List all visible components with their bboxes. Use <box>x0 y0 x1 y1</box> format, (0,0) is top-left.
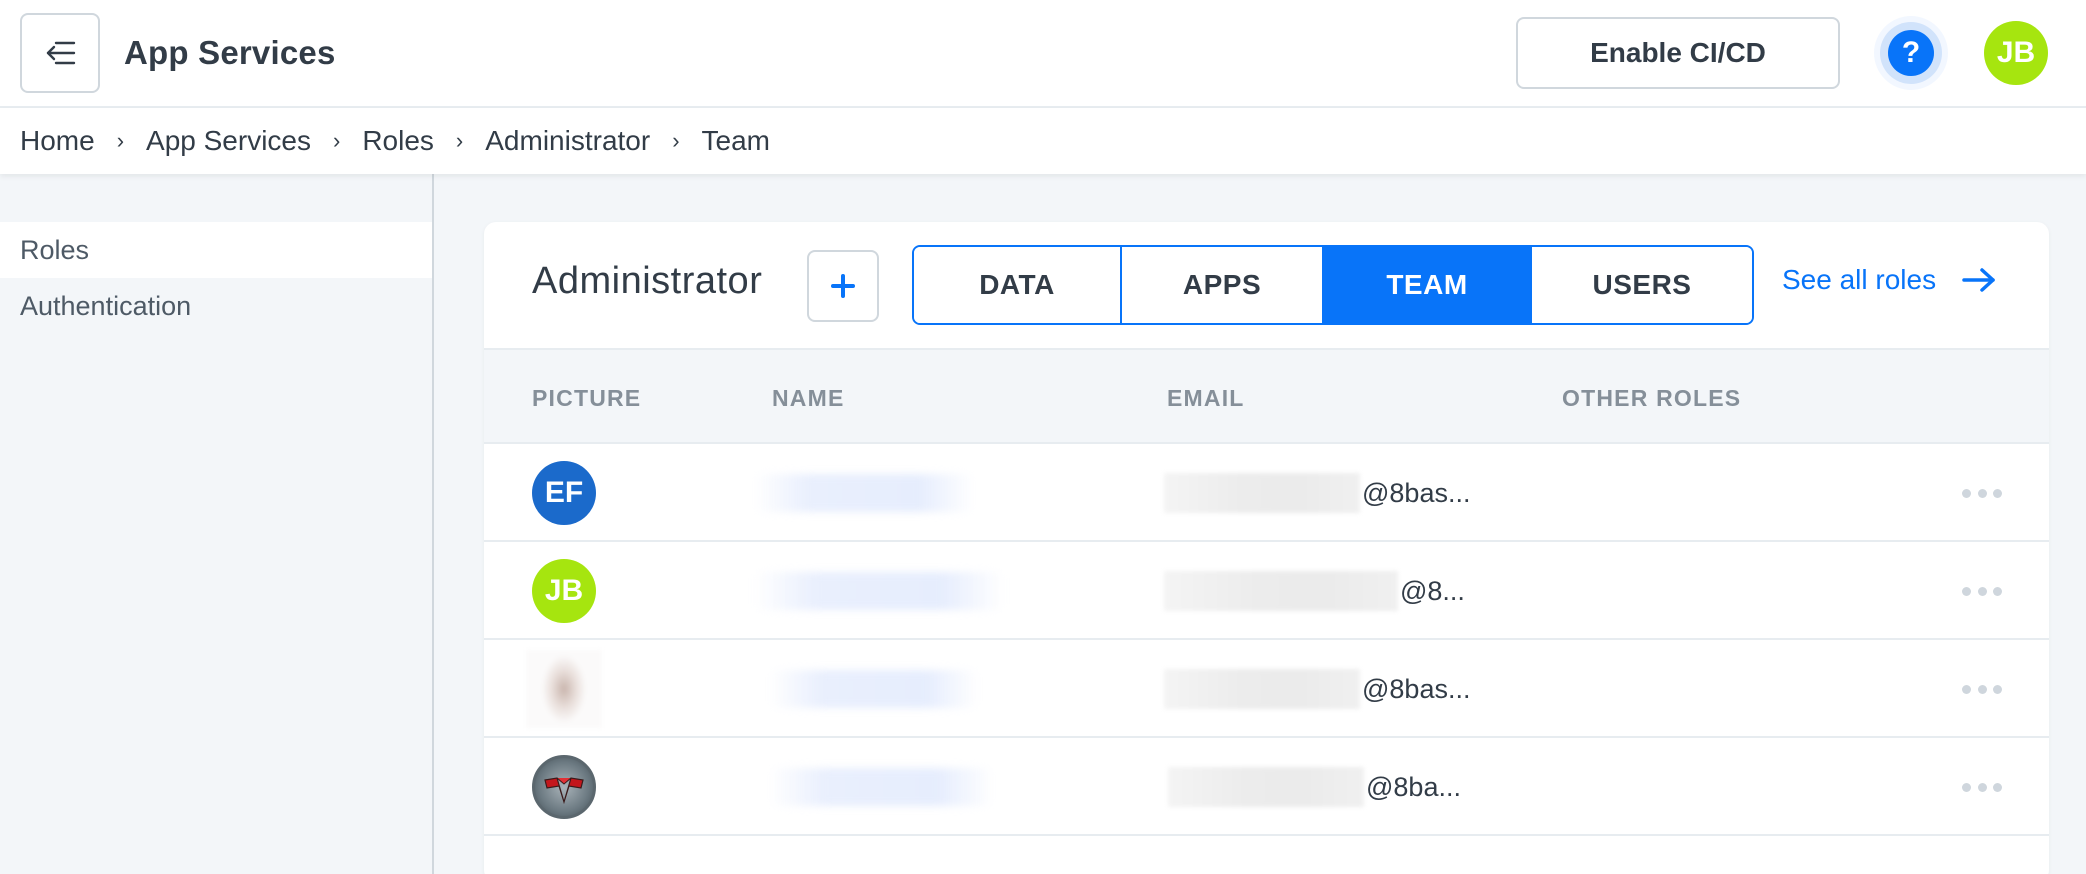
column-header-picture: PICTURE <box>532 385 642 411</box>
enable-cicd-button[interactable]: Enable CI/CD <box>1516 17 1840 89</box>
breadcrumb-administrator[interactable]: Administrator <box>485 125 650 157</box>
email-redacted <box>1164 669 1360 709</box>
email-redacted <box>1168 767 1364 807</box>
breadcrumb: Home › App Services › Roles › Administra… <box>0 108 2086 174</box>
more-horizontal-icon <box>1962 684 1971 694</box>
more-dot <box>1993 684 2002 694</box>
user-initials: JB <box>1996 36 2036 69</box>
more-dot <box>1977 684 1987 694</box>
more-dot <box>1977 782 1987 792</box>
more-dot <box>1993 488 2002 498</box>
member-email: @8bas... <box>1164 668 1470 710</box>
avatar: EF <box>532 461 596 525</box>
tab-team[interactable]: TEAM <box>1324 247 1532 323</box>
sidebar-item-label: Authentication <box>20 290 192 321</box>
avatar-badge <box>532 755 596 819</box>
table-row: JB @8... <box>484 542 2049 640</box>
app-title: App Services <box>124 34 336 71</box>
email-redacted <box>1164 473 1360 513</box>
add-team-member-button[interactable] <box>807 250 879 322</box>
chevron-right-icon: › <box>672 128 680 153</box>
email-domain: @8bas... <box>1362 673 1471 704</box>
chevron-right-icon: › <box>455 128 464 153</box>
member-email: @8... <box>1164 570 1465 612</box>
table-row: @8ba... <box>484 738 2049 836</box>
more-dot <box>1977 586 1987 596</box>
breadcrumb-app-services[interactable]: App Services <box>146 125 311 157</box>
sidebar-item-label: Roles <box>20 234 90 265</box>
member-name-redacted[interactable] <box>754 474 974 512</box>
see-all-roles-label: See all roles <box>1782 264 1937 295</box>
email-domain: @8ba... <box>1366 771 1461 802</box>
more-horizontal-icon <box>1962 586 1971 596</box>
member-name-redacted[interactable] <box>754 572 1004 610</box>
row-menu-button[interactable] <box>1962 478 2002 508</box>
member-name-redacted[interactable] <box>769 768 994 806</box>
breadcrumb-team: Team <box>701 125 770 156</box>
email-redacted <box>1164 571 1398 611</box>
collapse-menu-button[interactable] <box>20 13 100 93</box>
role-team-card: Administrator DATA APPS TEAM USERS See a… <box>484 222 2049 874</box>
see-all-roles-link[interactable]: See all roles <box>1782 264 1996 296</box>
member-name-redacted[interactable] <box>769 670 979 708</box>
falcon-emblem-icon <box>544 777 584 805</box>
arrow-right-icon <box>1962 268 1995 292</box>
help-button-wrapper: ? <box>1874 16 1948 90</box>
tab-users[interactable]: USERS <box>1532 247 1752 323</box>
email-domain: @8bas... <box>1362 477 1471 508</box>
top-header: App Services Enable CI/CD ? JB <box>0 0 2086 108</box>
avatar-photo <box>526 650 602 728</box>
more-dot <box>1993 586 2002 596</box>
column-header-name[interactable]: NAME <box>772 385 845 412</box>
sidebar-item-authentication[interactable]: Authentication <box>0 278 432 334</box>
more-dot <box>1993 782 2002 792</box>
member-email: @8ba... <box>1168 766 1461 808</box>
column-header-email[interactable]: EMAIL <box>1167 385 1245 412</box>
collapse-menu-icon <box>46 41 76 65</box>
role-tabs: DATA APPS TEAM USERS <box>912 245 1754 325</box>
user-avatar[interactable]: JB <box>1984 21 2048 85</box>
breadcrumb-roles[interactable]: Roles <box>362 125 434 157</box>
email-domain: @8... <box>1400 575 1465 606</box>
table-row: EF @8bas... <box>484 444 2049 542</box>
sidebar: Roles Authentication <box>0 174 434 874</box>
table-row: @8bas... <box>484 640 2049 738</box>
sidebar-item-roles[interactable]: Roles <box>0 222 432 278</box>
more-dot <box>1977 488 1987 498</box>
avatar-initials: JB <box>544 574 584 607</box>
tab-data[interactable]: DATA <box>914 247 1122 323</box>
avatar: JB <box>532 559 596 623</box>
row-menu-button[interactable] <box>1962 576 2002 606</box>
member-email: @8bas... <box>1164 472 1470 514</box>
more-horizontal-icon <box>1962 782 1971 792</box>
role-title: Administrator <box>532 260 763 302</box>
column-header-other-roles: OTHER ROLES <box>1562 385 1742 411</box>
help-button-ring: ? <box>1880 22 1942 84</box>
row-menu-button[interactable] <box>1962 772 2002 802</box>
table-header: PICTURE NAME EMAIL OTHER ROLES <box>484 348 2049 444</box>
row-menu-button[interactable] <box>1962 674 2002 704</box>
chevron-right-icon: › <box>333 128 341 153</box>
tab-apps[interactable]: APPS <box>1122 247 1324 323</box>
plus-icon <box>831 274 855 298</box>
breadcrumb-home[interactable]: Home <box>20 125 95 157</box>
more-horizontal-icon <box>1962 488 1971 498</box>
help-button[interactable]: ? <box>1888 30 1934 76</box>
avatar-initials: EF <box>544 476 584 509</box>
question-icon: ? <box>1901 36 1921 69</box>
chevron-right-icon: › <box>116 128 125 153</box>
